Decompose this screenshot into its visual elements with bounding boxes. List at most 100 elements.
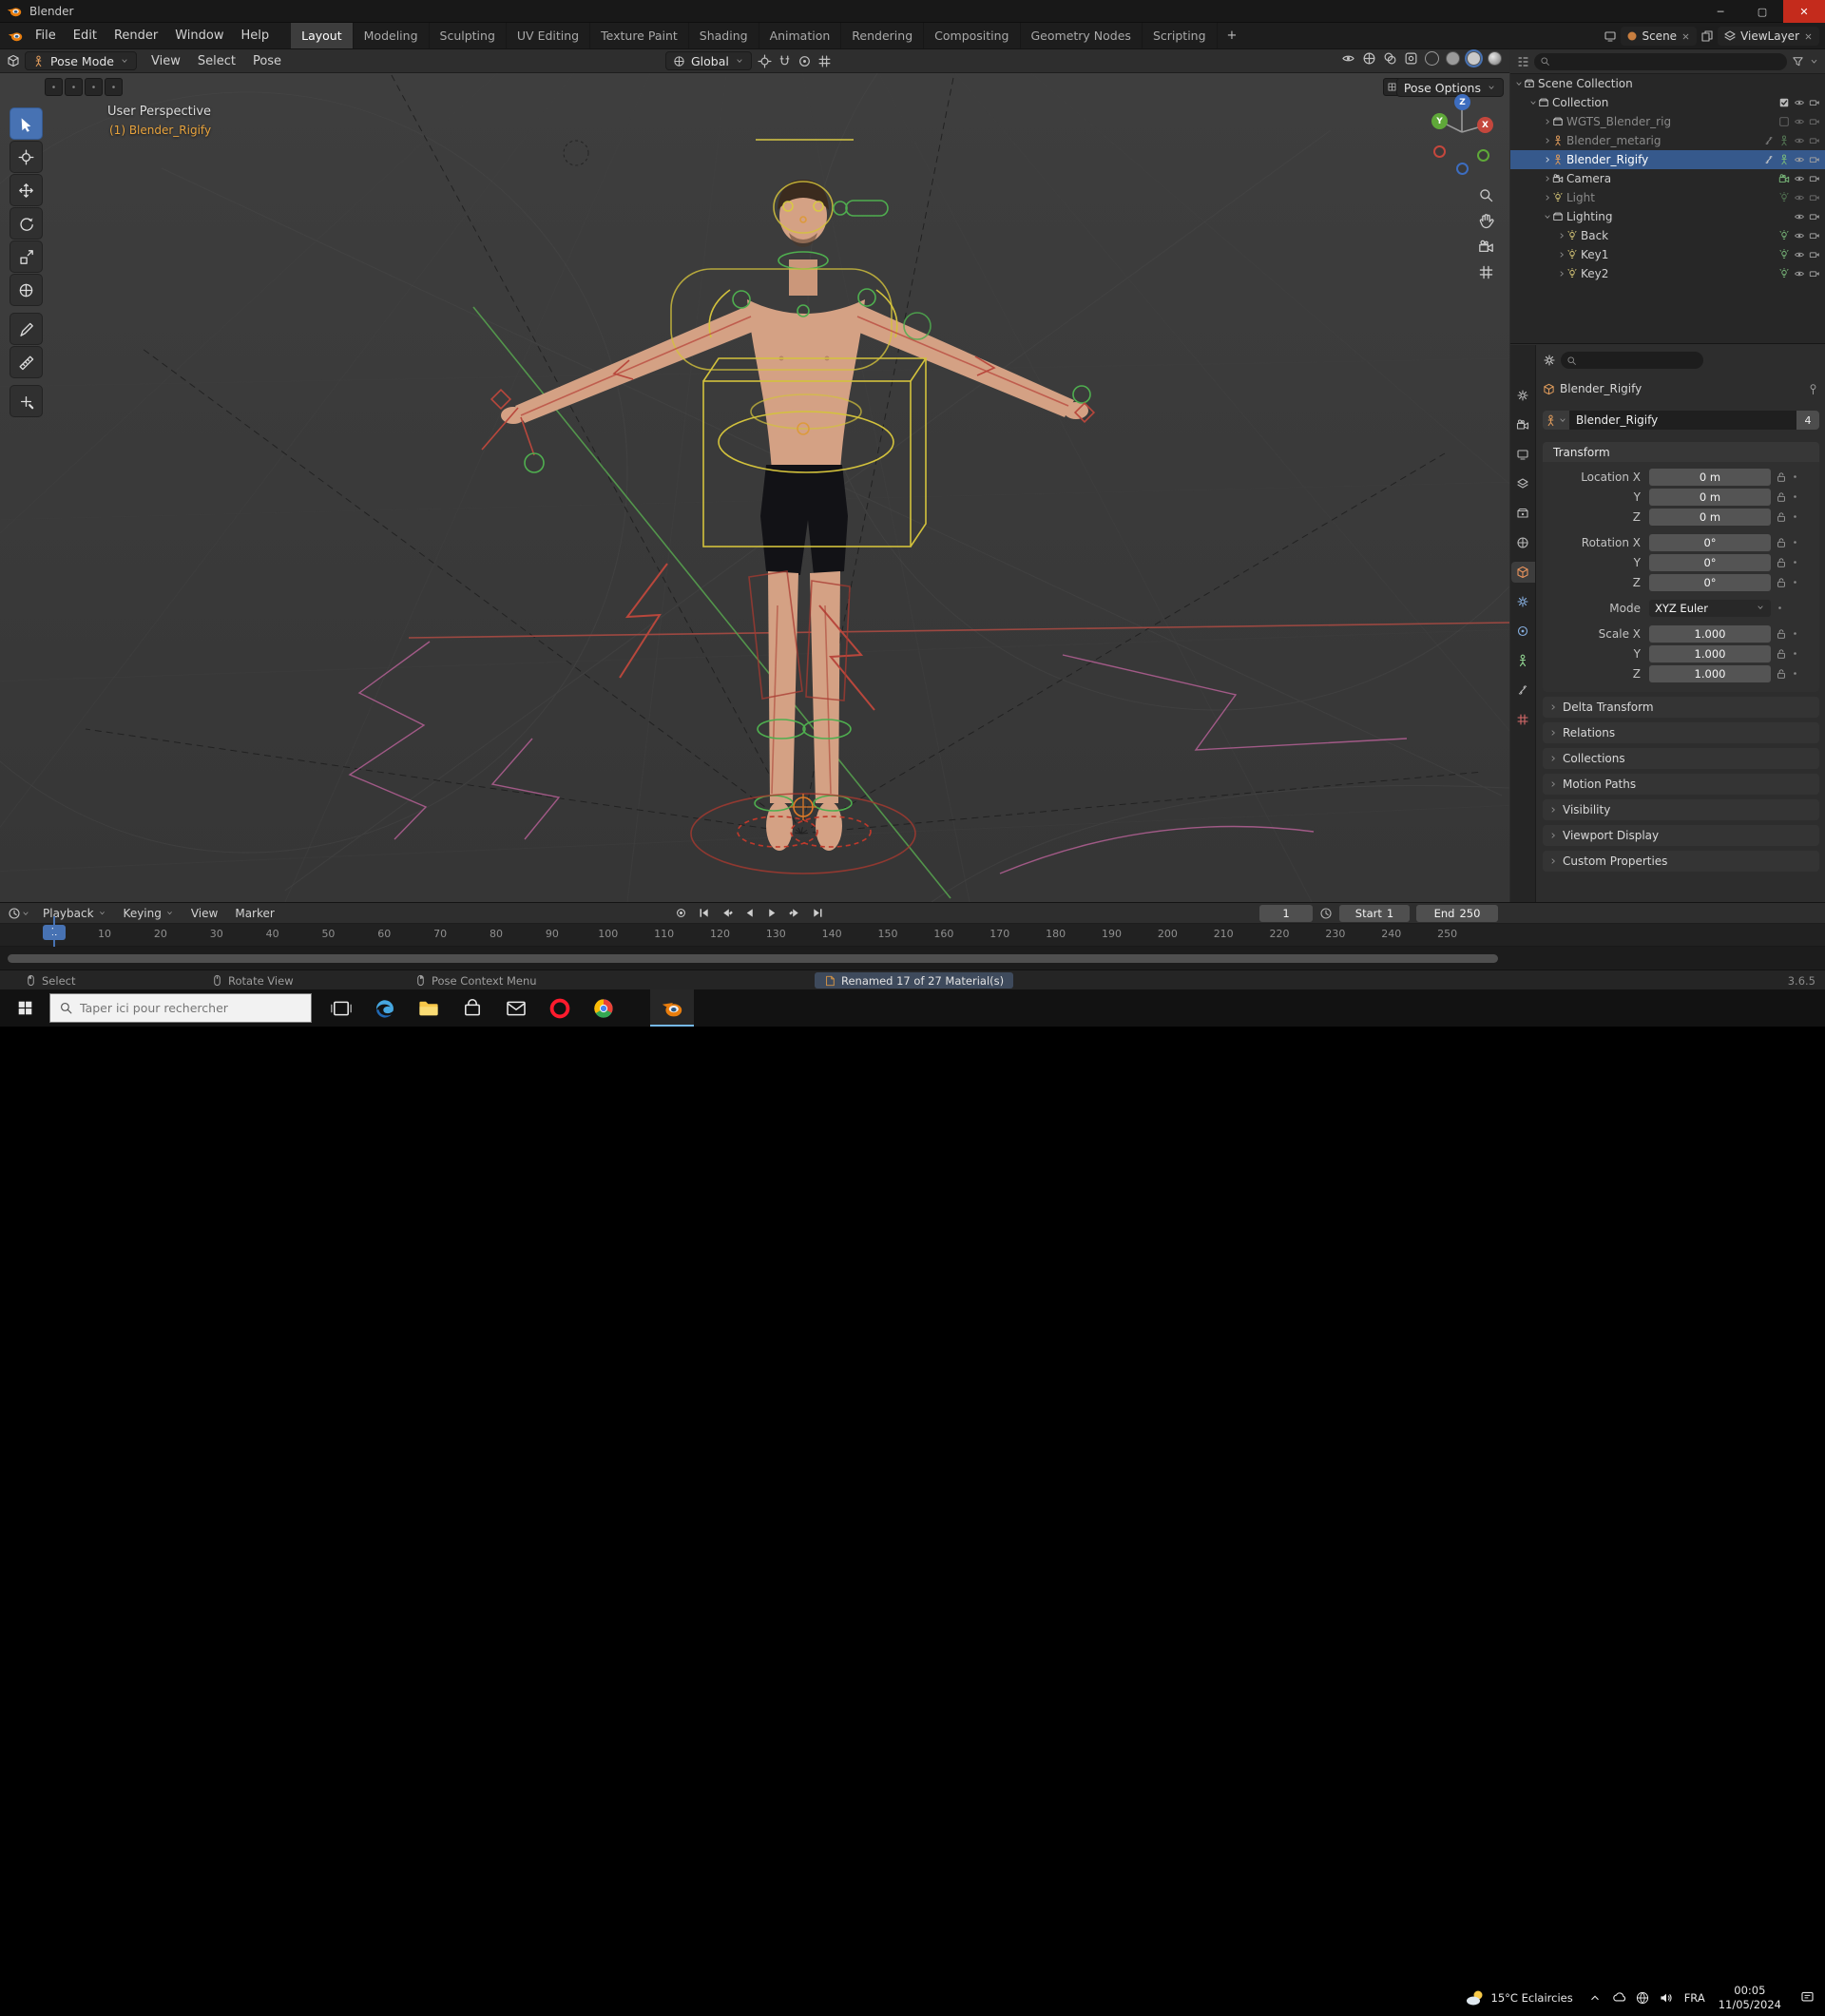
workspace-tab-rendering[interactable]: Rendering [841,23,925,48]
shading-material-button[interactable] [1467,51,1481,66]
section-visibility[interactable]: Visibility [1543,799,1819,820]
3d-viewport[interactable]: Pose Options User Perspective (1) Blende… [0,73,1509,902]
workspace-tab-layout[interactable]: Layout [291,23,354,48]
taskbar-app-mail[interactable] [494,989,538,1027]
tool-cursor-button[interactable] [10,141,43,173]
value-field[interactable]: 0 m [1649,488,1771,506]
section-viewport-display[interactable]: Viewport Display [1543,825,1819,846]
blender-app-menu-icon[interactable] [8,23,23,48]
chevron-right-icon[interactable] [1557,250,1566,259]
lock-open-icon[interactable] [1776,511,1787,523]
armature-data-toggle-icon[interactable] [1778,154,1790,165]
scene-unlink-icon[interactable] [1681,31,1691,42]
filter-icon[interactable] [1792,55,1804,67]
eye-toggle-icon[interactable] [1794,249,1805,260]
light-data-toggle-icon[interactable] [1778,192,1790,203]
outliner-row-key1[interactable]: Key1 [1510,245,1825,264]
pose-toggle-rotations[interactable] [85,78,103,96]
camera-toggle-icon[interactable] [1809,97,1820,108]
properties-search[interactable] [1561,352,1719,369]
pose-toggle-scales[interactable] [105,78,123,96]
taskbar-app-opera[interactable] [538,989,582,1027]
workspace-tab-sculpting[interactable]: Sculpting [430,23,507,48]
outliner-row-light[interactable]: Light [1510,188,1825,207]
outliner-row-key2[interactable]: Key2 [1510,264,1825,283]
editor-type-3d-viewport-icon[interactable] [7,54,20,67]
weather-widget[interactable]: 15°C Eclaircies [1455,1979,1583,2016]
checkbox-toggle-icon[interactable] [1778,97,1790,108]
value-field[interactable]: 0° [1649,573,1771,591]
shading-rendered-button[interactable] [1488,51,1502,66]
taskbar-search-input[interactable] [80,1001,302,1015]
language-indicator[interactable]: FRA [1679,1979,1711,2016]
tool-scale-button[interactable] [10,240,43,273]
section-delta-transform[interactable]: Delta Transform [1543,697,1819,718]
jump-to-start-button[interactable] [694,904,714,922]
gizmo-x-neg[interactable] [1433,145,1446,158]
chevron-right-icon[interactable] [1543,193,1552,202]
outliner-row-wgts-blender-rig[interactable]: WGTS_Blender_rig [1510,112,1825,131]
pivot-point-icon[interactable] [758,53,772,68]
gizmo-z-neg[interactable] [1456,163,1469,175]
chevron-right-icon[interactable] [1557,231,1566,240]
section-collections[interactable]: Collections [1543,748,1819,769]
users-count-badge[interactable]: 4 [1796,411,1819,430]
properties-tab-modifiers[interactable] [1511,591,1535,612]
menu-file[interactable]: File [27,23,65,48]
browse-scene-icon[interactable] [1604,29,1617,43]
eye-toggle-icon[interactable] [1794,97,1805,108]
menu-window[interactable]: Window [166,23,232,48]
properties-tab-constraints[interactable] [1511,680,1535,701]
shading-solid-button[interactable] [1446,51,1460,66]
shading-wireframe-button[interactable] [1425,51,1439,66]
workspace-tab-scripting[interactable]: Scripting [1143,23,1218,48]
eye-toggle-icon[interactable] [1794,173,1805,184]
jump-to-end-button[interactable] [808,904,828,922]
viewport-menu-view[interactable]: View [143,54,189,68]
camera-toggle-icon[interactable] [1809,211,1820,222]
bone-toggle-icon[interactable] [1763,154,1775,165]
lock-open-icon[interactable] [1776,537,1787,548]
volume-icon[interactable] [1655,1979,1679,2016]
object-type-dropdown[interactable] [1543,411,1569,430]
outliner-row-collection[interactable]: Collection [1510,93,1825,112]
properties-tab-render[interactable] [1511,414,1535,435]
current-frame-field[interactable]: 1 [1259,905,1313,922]
tool-transform-button[interactable] [10,274,43,306]
camera-view-icon[interactable] [1478,239,1494,255]
toggle-xray-icon[interactable] [1404,51,1418,66]
menu-edit[interactable]: Edit [65,23,106,48]
snap-magnet-icon[interactable] [778,54,792,68]
start-button[interactable] [0,989,49,1027]
chevron-right-icon[interactable] [1543,174,1552,183]
breadcrumb-object-name[interactable]: Blender_Rigify [1560,382,1642,395]
lock-open-icon[interactable] [1776,577,1787,588]
lock-open-icon[interactable] [1776,557,1787,568]
taskbar-app-store[interactable] [451,989,494,1027]
new-scene-icon[interactable] [1700,29,1714,43]
frame-end-field[interactable]: End 250 [1416,905,1498,922]
lock-open-icon[interactable] [1776,628,1787,640]
workspace-tab-modeling[interactable]: Modeling [354,23,430,48]
workspace-tab-shading[interactable]: Shading [689,23,759,48]
armature-data-toggle-icon[interactable] [1778,135,1790,146]
outliner-row-camera[interactable]: Camera [1510,169,1825,188]
chevron-down-icon[interactable] [1809,56,1819,67]
properties-tab-scene[interactable] [1511,503,1535,524]
properties-tab-tool[interactable] [1511,385,1535,406]
prev-keyframe-button[interactable] [717,904,737,922]
properties-tab-world[interactable] [1511,532,1535,553]
camera-toggle-icon[interactable] [1809,192,1820,203]
animate-decorator-icon[interactable] [1791,649,1799,658]
onedrive-cloud-icon[interactable] [1607,1979,1631,2016]
scene-selector[interactable]: Scene [1621,27,1698,46]
checkbox-empty-toggle-icon[interactable] [1778,116,1790,127]
animate-decorator-icon[interactable] [1791,629,1799,638]
bone-toggle-icon[interactable] [1763,135,1775,146]
chevron-down-icon[interactable] [1514,79,1524,88]
eye-toggle-icon[interactable] [1794,230,1805,241]
taskbar-app-edge[interactable] [363,989,407,1027]
pose-toggle-origins[interactable] [45,78,63,96]
value-field[interactable]: 1.000 [1649,624,1771,643]
taskbar-search[interactable] [49,993,312,1023]
